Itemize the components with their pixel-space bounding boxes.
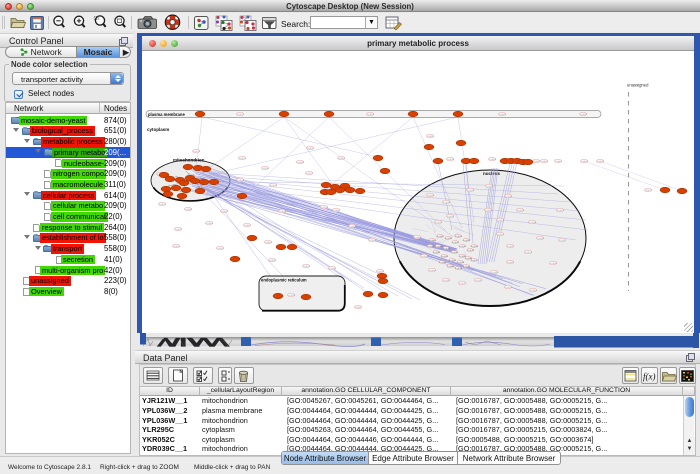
svg-text:S-0076: S-0076 xyxy=(645,190,653,192)
svg-text:S-0056: S-0056 xyxy=(262,168,270,170)
svg-text:S-0078: S-0078 xyxy=(270,185,278,187)
svg-text:S-0010: S-0010 xyxy=(475,280,483,282)
svg-text:S-0087: S-0087 xyxy=(355,307,363,309)
svg-text:S-0071: S-0071 xyxy=(459,283,467,285)
svg-text:S-0021: S-0021 xyxy=(557,210,565,212)
svg-text:S-0055: S-0055 xyxy=(338,158,346,160)
svg-text:S-0054: S-0054 xyxy=(429,270,437,272)
svg-text:S-0077: S-0077 xyxy=(237,114,245,116)
svg-text:S-0040: S-0040 xyxy=(541,161,549,163)
svg-text:S-0094: S-0094 xyxy=(463,240,471,242)
svg-text:S-0013: S-0013 xyxy=(443,248,451,250)
svg-text:S-0098: S-0098 xyxy=(580,114,588,116)
svg-text:S-0028: S-0028 xyxy=(499,114,507,116)
svg-text:S-0061: S-0061 xyxy=(555,161,563,163)
svg-text:f(x): f(x) xyxy=(643,372,656,382)
svg-text:S-0054: S-0054 xyxy=(349,226,357,228)
svg-text:S-0071: S-0071 xyxy=(525,252,533,254)
svg-text:S-0098: S-0098 xyxy=(288,295,296,297)
svg-text:S-0052: S-0052 xyxy=(333,210,341,212)
svg-text:S-0026: S-0026 xyxy=(455,268,463,270)
svg-text:S-0065: S-0065 xyxy=(530,290,538,292)
svg-text:S-0025: S-0025 xyxy=(497,220,505,222)
svg-text:S-0091: S-0091 xyxy=(550,263,558,265)
svg-text:S-0030: S-0030 xyxy=(452,242,460,244)
svg-text:plasma membrane: plasma membrane xyxy=(148,112,185,117)
svg-text:S-0053: S-0053 xyxy=(529,222,537,224)
svg-text:S-0094: S-0094 xyxy=(507,246,515,248)
svg-text:S-0052: S-0052 xyxy=(559,240,567,242)
svg-text:S-0079: S-0079 xyxy=(279,211,287,213)
svg-text:S-0080: S-0080 xyxy=(447,266,455,268)
svg-text:S-0059: S-0059 xyxy=(485,210,493,212)
svg-text:S-0088: S-0088 xyxy=(489,159,497,161)
svg-text:S-0092: S-0092 xyxy=(421,256,429,258)
svg-text:S-0011: S-0011 xyxy=(471,260,479,262)
svg-text:nucleus: nucleus xyxy=(483,171,501,176)
svg-text:S-0070: S-0070 xyxy=(467,250,475,252)
svg-text:S-0020: S-0020 xyxy=(497,234,505,236)
svg-text:S-0035: S-0035 xyxy=(447,216,455,218)
svg-text:S-0039: S-0039 xyxy=(486,186,494,188)
svg-text:S-0069: S-0069 xyxy=(429,240,437,242)
svg-text:S-0048: S-0048 xyxy=(237,180,245,182)
svg-text:S-0013: S-0013 xyxy=(217,248,225,250)
svg-text:S-0071: S-0071 xyxy=(435,222,443,224)
svg-text:S-0045: S-0045 xyxy=(269,260,277,262)
svg-text:S-0076: S-0076 xyxy=(306,173,314,175)
svg-text:S-0043: S-0043 xyxy=(329,268,337,270)
svg-text:S-0067: S-0067 xyxy=(244,225,252,227)
svg-text:S-0073: S-0073 xyxy=(175,229,183,231)
svg-text:S-0020: S-0020 xyxy=(445,238,453,240)
svg-text:endoplasmic reticulum: endoplasmic reticulum xyxy=(261,278,307,283)
svg-text:S-0056: S-0056 xyxy=(369,240,377,242)
svg-text:S-0020: S-0020 xyxy=(427,195,435,197)
svg-text:S-0088: S-0088 xyxy=(491,272,499,274)
svg-text:S-0021: S-0021 xyxy=(159,204,167,206)
svg-text:unassigned: unassigned xyxy=(627,83,649,88)
svg-text:S-0091: S-0091 xyxy=(427,136,435,138)
svg-text:S-0012: S-0012 xyxy=(463,266,471,268)
svg-text:S-0055: S-0055 xyxy=(206,223,214,225)
svg-text:S-0032: S-0032 xyxy=(505,287,513,289)
svg-text:S-0034: S-0034 xyxy=(533,161,541,163)
svg-text:S-0079: S-0079 xyxy=(193,151,201,153)
svg-text:S-0060: S-0060 xyxy=(414,237,422,239)
svg-text:S-0031: S-0031 xyxy=(307,148,315,150)
svg-text:S-0099: S-0099 xyxy=(185,209,193,211)
svg-text:S-0043: S-0043 xyxy=(221,211,229,213)
svg-text:S-0089: S-0089 xyxy=(507,262,515,264)
svg-text:S-0070: S-0070 xyxy=(505,196,513,198)
svg-text:S-0036: S-0036 xyxy=(537,238,545,240)
svg-text:S-0070: S-0070 xyxy=(303,266,311,268)
svg-text:S-0038: S-0038 xyxy=(297,162,305,164)
svg-text:S-0038: S-0038 xyxy=(443,202,451,204)
svg-text:S-0093: S-0093 xyxy=(427,246,435,248)
svg-text:S-0031: S-0031 xyxy=(459,246,467,248)
svg-text:S-0034: S-0034 xyxy=(377,271,385,273)
svg-text:S-0086: S-0086 xyxy=(433,252,441,254)
svg-text:S-0013: S-0013 xyxy=(239,158,247,160)
svg-text:S-0029: S-0029 xyxy=(455,236,463,238)
svg-text:mitochondrion: mitochondrion xyxy=(173,158,205,163)
svg-text:S-0056: S-0056 xyxy=(367,114,375,116)
svg-text:S-0038: S-0038 xyxy=(447,159,455,161)
svg-text:S-0023: S-0023 xyxy=(467,190,475,192)
svg-text:S-0054: S-0054 xyxy=(471,246,479,248)
svg-text:S-0069: S-0069 xyxy=(441,256,449,258)
svg-text:S-0039: S-0039 xyxy=(581,161,589,163)
svg-text:S-0074: S-0074 xyxy=(321,207,329,209)
svg-text:S-0061: S-0061 xyxy=(437,236,445,238)
svg-text:S-0035: S-0035 xyxy=(597,161,605,163)
svg-text:S-0035: S-0035 xyxy=(517,210,525,212)
svg-text:S-0080: S-0080 xyxy=(439,262,447,264)
svg-text:S-0029: S-0029 xyxy=(451,252,459,254)
svg-text:S-0028: S-0028 xyxy=(457,262,465,264)
svg-text:S-0013: S-0013 xyxy=(173,246,181,248)
svg-text:S-0093: S-0093 xyxy=(449,260,457,262)
svg-text:S-0054: S-0054 xyxy=(265,242,273,244)
svg-text:cytoplasm: cytoplasm xyxy=(147,127,169,132)
svg-text:S-0093: S-0093 xyxy=(443,280,451,282)
svg-text:S-0026: S-0026 xyxy=(435,246,443,248)
